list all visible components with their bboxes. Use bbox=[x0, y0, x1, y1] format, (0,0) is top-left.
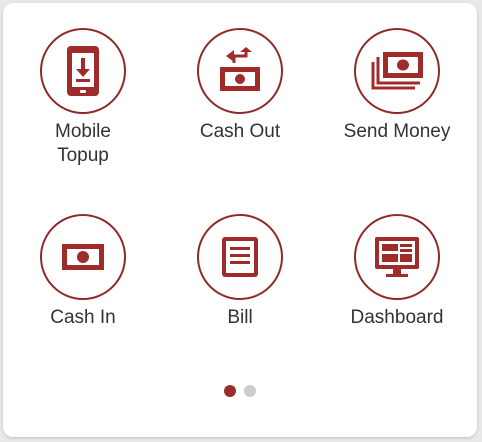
send-money-icon bbox=[371, 52, 423, 90]
cash-in-label: Cash In bbox=[50, 307, 116, 328]
send-money-button[interactable]: Send Money bbox=[327, 28, 467, 188]
dashboard-icon bbox=[375, 237, 419, 277]
services-grid: Mobile Topup Cash Out Send Money Cash In… bbox=[3, 3, 477, 383]
cash-in-icon bbox=[62, 244, 104, 270]
mobile-topup-circle bbox=[40, 28, 126, 114]
bill-circle bbox=[197, 214, 283, 300]
services-card: Mobile Topup Cash Out Send Money Cash In… bbox=[3, 3, 477, 437]
send-money-circle bbox=[354, 28, 440, 114]
mobile-topup-button[interactable]: Mobile Topup bbox=[13, 28, 153, 188]
cash-in-circle bbox=[40, 214, 126, 300]
page-indicator bbox=[3, 385, 477, 397]
cash-out-button[interactable]: Cash Out bbox=[170, 28, 310, 188]
cash-out-icon bbox=[220, 47, 260, 91]
mobile-download-icon bbox=[67, 46, 99, 96]
send-money-label: Send Money bbox=[343, 121, 451, 142]
dashboard-label: Dashboard bbox=[350, 307, 444, 328]
bill-button[interactable]: Bill bbox=[170, 214, 310, 374]
page-dot-2[interactable] bbox=[244, 385, 256, 397]
cash-out-circle bbox=[197, 28, 283, 114]
mobile-topup-label: Mobile Topup bbox=[55, 121, 111, 166]
page-dot-1[interactable] bbox=[224, 385, 236, 397]
cash-out-label: Cash Out bbox=[199, 121, 281, 142]
dashboard-button[interactable]: Dashboard bbox=[327, 214, 467, 374]
bill-label: Bill bbox=[227, 307, 253, 328]
bill-icon bbox=[222, 237, 258, 277]
dashboard-circle bbox=[354, 214, 440, 300]
cash-in-button[interactable]: Cash In bbox=[13, 214, 153, 374]
